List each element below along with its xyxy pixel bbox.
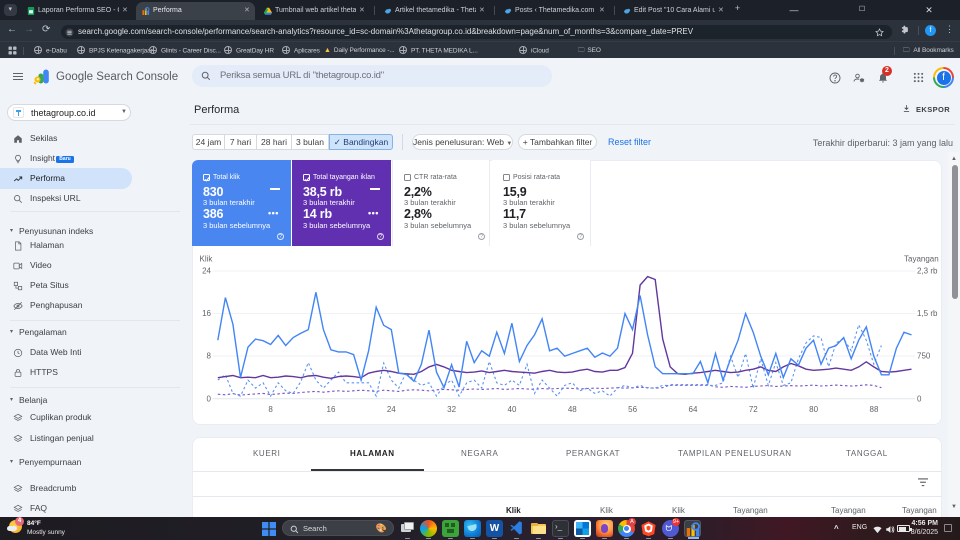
svg-text:32: 32 [447, 405, 456, 414]
svg-text:8: 8 [268, 405, 273, 414]
svg-text:88: 88 [870, 405, 879, 414]
svg-text:0: 0 [207, 395, 212, 404]
svg-text:16: 16 [202, 309, 211, 318]
svg-text:72: 72 [749, 405, 758, 414]
svg-text:8: 8 [207, 352, 212, 361]
svg-text:Klik: Klik [200, 255, 214, 264]
svg-text:2,3 rb: 2,3 rb [917, 267, 938, 276]
svg-text:750: 750 [917, 352, 931, 361]
svg-text:1,5 rb: 1,5 rb [917, 309, 938, 318]
svg-text:0: 0 [917, 395, 922, 404]
svg-text:80: 80 [809, 405, 818, 414]
svg-text:24: 24 [202, 267, 211, 276]
svg-text:Tayangan: Tayangan [904, 255, 939, 264]
svg-text:56: 56 [628, 405, 637, 414]
svg-text:64: 64 [689, 405, 698, 414]
svg-text:40: 40 [508, 405, 517, 414]
svg-text:24: 24 [387, 405, 396, 414]
svg-text:48: 48 [568, 405, 577, 414]
svg-text:16: 16 [327, 405, 336, 414]
